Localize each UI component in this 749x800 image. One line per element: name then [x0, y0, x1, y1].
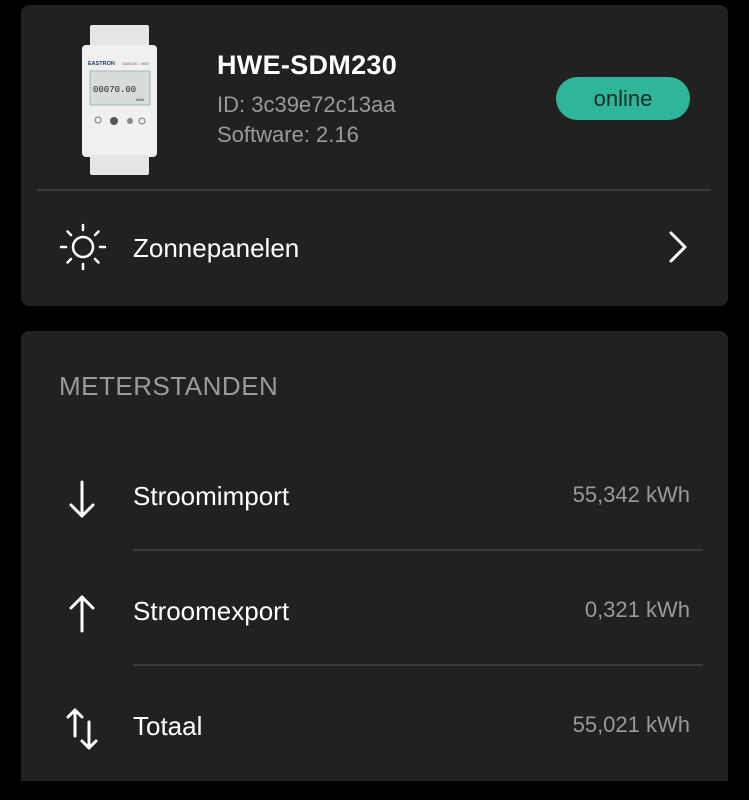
meter-row-export: Stroomexport 0,321 kWh: [21, 551, 728, 665]
meterstanden-card: METERSTANDEN Stroomimport 55,342 kWh Str…: [21, 331, 728, 781]
device-name: HWE-SDM230: [217, 50, 398, 80]
device-card: EASTRON SDM230 - MBT 00070.00 kWh HWE-SD…: [21, 5, 728, 306]
device-id: ID: 3c39e72c13aa: [217, 92, 396, 117]
row-value: 55,342 kWh: [572, 482, 690, 507]
sun-icon: [59, 223, 107, 271]
chevron-right-icon: [669, 231, 687, 263]
status-badge: online: [556, 77, 690, 120]
meter-top-clip: [90, 25, 149, 47]
meter-lcd-unit: kWh: [136, 97, 144, 102]
arrow-up-icon: [69, 595, 95, 633]
divider: [37, 189, 711, 191]
row-value: 55,021 kWh: [572, 712, 690, 737]
meter-button: [110, 117, 118, 125]
meter-brand-text: EASTRON: [88, 61, 115, 67]
device-software-version: Software: 2.16: [217, 122, 359, 147]
row-label: Stroomimport: [133, 481, 290, 511]
nav-label: Zonnepanelen: [133, 233, 300, 263]
meter-led: [127, 118, 133, 124]
meter-bottom-clip: [90, 155, 149, 175]
meter-row-import: Stroomimport 55,342 kWh: [21, 436, 728, 550]
meter-row-total: Totaal 55,021 kWh: [21, 666, 728, 780]
row-label: Stroomexport: [133, 596, 290, 626]
meter-model-text: SDM230 - MBT: [122, 61, 150, 66]
row-value: 0,321 kWh: [584, 597, 690, 622]
nav-row-zonnepanelen[interactable]: Zonnepanelen: [21, 195, 728, 306]
energy-meter-image: EASTRON SDM230 - MBT 00070.00 kWh: [82, 25, 157, 175]
row-label: Totaal: [133, 711, 203, 741]
arrows-updown-icon: [66, 708, 98, 750]
section-title: METERSTANDEN: [59, 371, 279, 401]
meter-lcd-value: 00070.00: [93, 85, 136, 95]
arrow-down-icon: [69, 480, 95, 518]
